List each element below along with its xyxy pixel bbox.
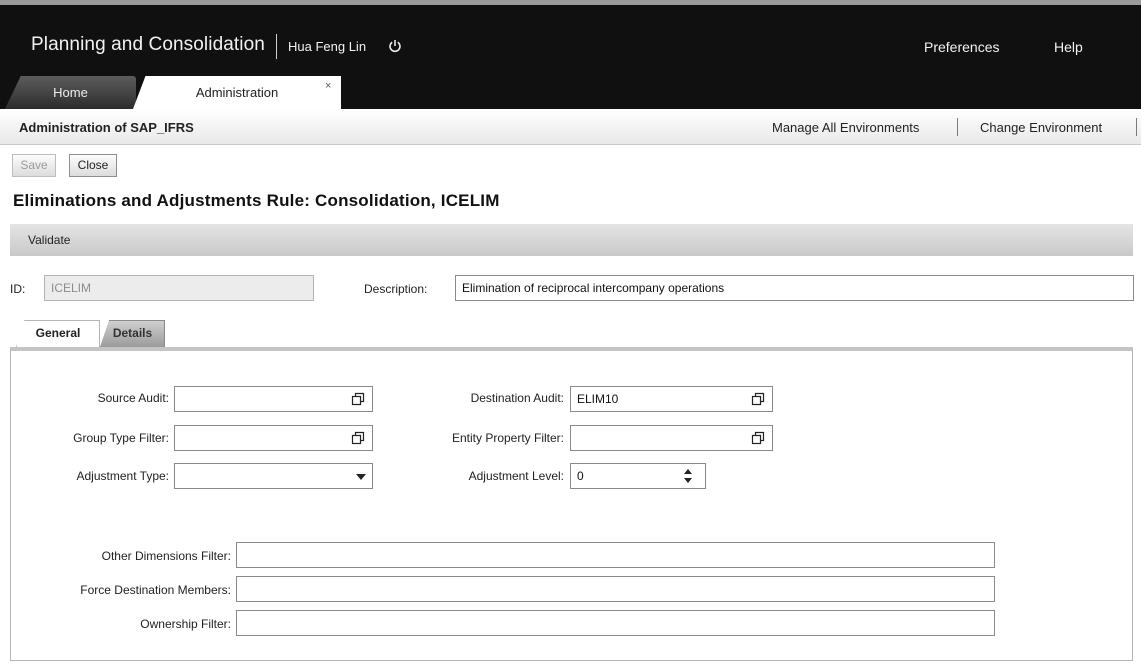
page-title: Eliminations and Adjustments Rule: Conso… [13, 191, 500, 210]
value-help-icon[interactable] [351, 392, 365, 406]
value-help-icon[interactable] [751, 392, 765, 406]
force-destination-members-field[interactable] [236, 576, 995, 602]
environment-bar: Administration of SAP_IFRS Manage All En… [0, 109, 1141, 145]
destination-audit-field[interactable]: ELIM10 [570, 386, 773, 412]
id-label: ID: [10, 282, 26, 296]
destination-audit-label: Destination Audit: [470, 391, 564, 405]
other-dimensions-filter-field[interactable] [236, 542, 995, 568]
description-label: Description: [364, 282, 428, 296]
close-tab-icon[interactable]: × [325, 80, 331, 92]
adjustment-type-label: Adjustment Type: [76, 469, 170, 483]
tab-administration[interactable]: Administration [133, 76, 341, 109]
environment-title: Administration of SAP_IFRS [19, 120, 194, 135]
power-icon[interactable] [388, 39, 402, 53]
user-name: Hua Feng Lin [288, 39, 367, 54]
ownership-filter-field[interactable] [236, 610, 995, 636]
group-type-filter-field[interactable] [174, 425, 373, 451]
divider [957, 118, 958, 136]
value-help-icon[interactable] [751, 431, 765, 445]
source-audit-label: Source Audit: [97, 391, 169, 405]
manage-all-environments-link[interactable]: Manage All Environments [772, 120, 919, 135]
preferences-link[interactable]: Preferences [924, 39, 999, 55]
app-title: Planning and Consolidation [31, 34, 265, 55]
save-button[interactable]: Save [12, 154, 56, 177]
entity-property-filter-field[interactable] [570, 425, 773, 451]
other-dimensions-filter-label: Other Dimensions Filter: [101, 549, 231, 563]
stepper-arrows-icon[interactable] [683, 468, 693, 484]
change-environment-link[interactable]: Change Environment [980, 120, 1102, 135]
value-help-icon[interactable] [351, 431, 365, 445]
divider [1136, 118, 1137, 136]
ownership-filter-label: Ownership Filter: [140, 617, 231, 631]
action-bar: Validate [10, 224, 1133, 256]
validate-button[interactable]: Validate [28, 233, 70, 247]
tab-general[interactable]: General [16, 320, 100, 347]
source-audit-field[interactable] [174, 386, 373, 412]
description-field[interactable]: Elimination of reciprocal intercompany o… [455, 275, 1134, 301]
group-type-filter-label: Group Type Filter: [73, 431, 169, 445]
tab-home[interactable]: Home [5, 76, 136, 109]
force-destination-members-label: Force Destination Members: [80, 583, 231, 597]
tab-details[interactable]: Details [100, 320, 165, 347]
id-field: ICELIM [44, 275, 314, 301]
entity-property-filter-label: Entity Property Filter: [451, 431, 564, 445]
title-separator [276, 34, 277, 59]
help-link[interactable]: Help [1054, 39, 1083, 55]
adjustment-level-label: Adjustment Level: [468, 469, 564, 483]
close-button[interactable]: Close [69, 154, 117, 177]
adjustment-type-select[interactable] [174, 463, 373, 489]
chevron-down-icon[interactable] [356, 474, 366, 480]
